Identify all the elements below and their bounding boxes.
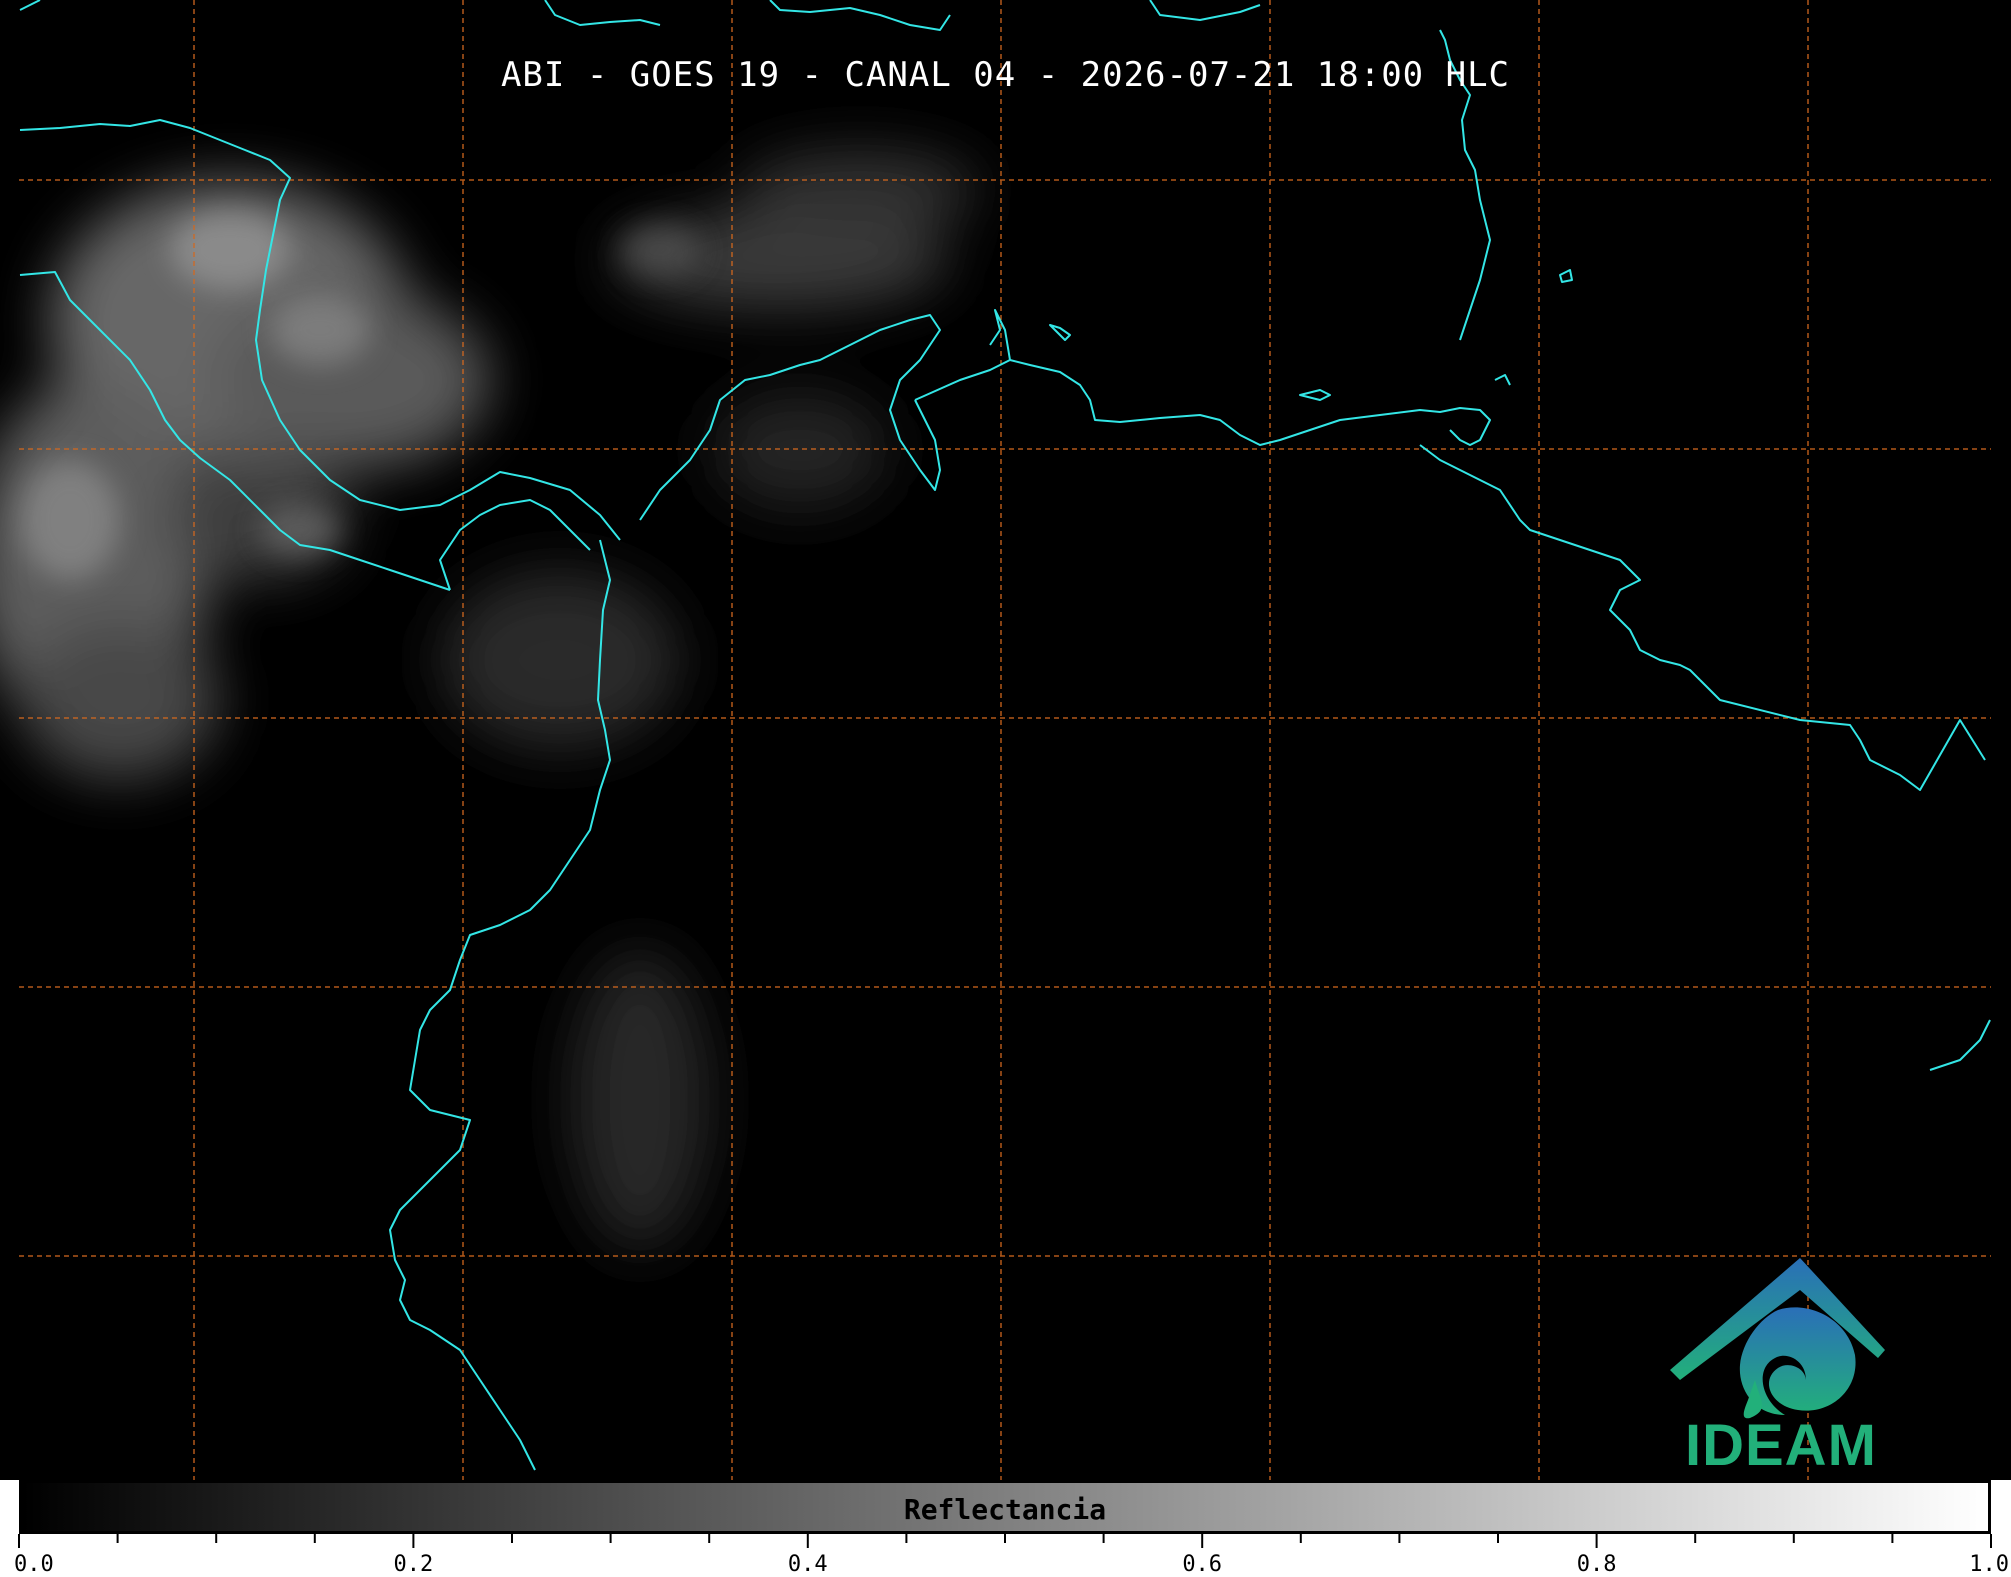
satellite-image-panel: ABI - GOES 19 - CANAL 04 - 2026-07-21 18… (0, 0, 2011, 1480)
colorbar-tick-marks (18, 1534, 1992, 1548)
colorbar: Reflectancia (19, 1480, 1991, 1534)
colorbar-ticks: 0.0 0.2 0.4 0.6 0.8 1.0 (0, 1534, 2011, 1577)
colorbar-tick-label: 0.8 (1576, 1552, 1617, 1577)
colorbar-tick-label: 1.0 (1969, 1552, 2009, 1577)
colorbar-tick-label: 0.2 (393, 1552, 434, 1577)
colorbar-tick-label: 0.0 (14, 1552, 54, 1577)
logo-text: IDEAM (1685, 1413, 1877, 1478)
cloud-cover (0, 150, 980, 1250)
map-title: ABI - GOES 19 - CANAL 04 - 2026-07-21 18… (500, 55, 1511, 95)
colorbar-tick-label: 0.6 (1182, 1552, 1223, 1577)
colorbar-label: Reflectancia (903, 1493, 1107, 1526)
colorbar-tick-label: 0.4 (787, 1552, 828, 1577)
